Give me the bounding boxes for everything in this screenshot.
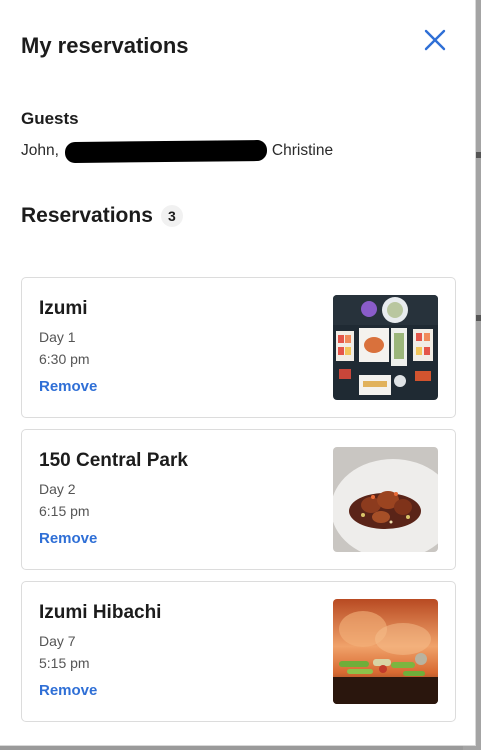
guest-name: Christine (271, 142, 334, 159)
restaurant-name: Izumi (39, 298, 88, 319)
guests-list: John, Christine (21, 139, 333, 163)
reservation-card: 150 Central Park Day 2 6:15 pm Remove (21, 429, 456, 570)
reservations-header: Reservations 3 (21, 204, 183, 228)
reservation-card: Izumi Day 1 6:30 pm Remove (21, 277, 456, 418)
remove-reservation-button[interactable]: Remove (39, 378, 97, 395)
reservations-count-badge: 3 (160, 205, 183, 227)
close-button[interactable] (421, 26, 449, 54)
backdrop-fragment (476, 152, 481, 158)
remove-reservation-button[interactable]: Remove (39, 682, 97, 699)
close-icon (424, 29, 446, 51)
guests-heading: Guests (21, 109, 79, 128)
reservations-heading: Reservations (21, 204, 153, 227)
reservation-time: 6:30 pm (39, 351, 90, 367)
guest-name: John, (21, 142, 59, 159)
restaurant-name: Izumi Hibachi (39, 602, 162, 623)
reservation-time: 6:15 pm (39, 503, 90, 519)
reservation-day: Day 2 (39, 481, 76, 497)
reservation-time: 5:15 pm (39, 655, 90, 671)
reservation-day: Day 7 (39, 633, 76, 649)
restaurant-name: 150 Central Park (39, 450, 188, 471)
restaurant-photo (333, 599, 438, 704)
restaurant-photo (333, 447, 438, 552)
reservation-card: Izumi Hibachi Day 7 5:15 pm Remove (21, 581, 456, 722)
modal-title: My reservations (21, 33, 189, 58)
reservations-modal: My reservations Guests John, Christine R… (0, 0, 476, 746)
remove-reservation-button[interactable]: Remove (39, 530, 97, 547)
backdrop-fragment (476, 315, 481, 321)
redacted-guest-names (64, 139, 267, 163)
reservation-day: Day 1 (39, 329, 76, 345)
restaurant-photo (333, 295, 438, 400)
